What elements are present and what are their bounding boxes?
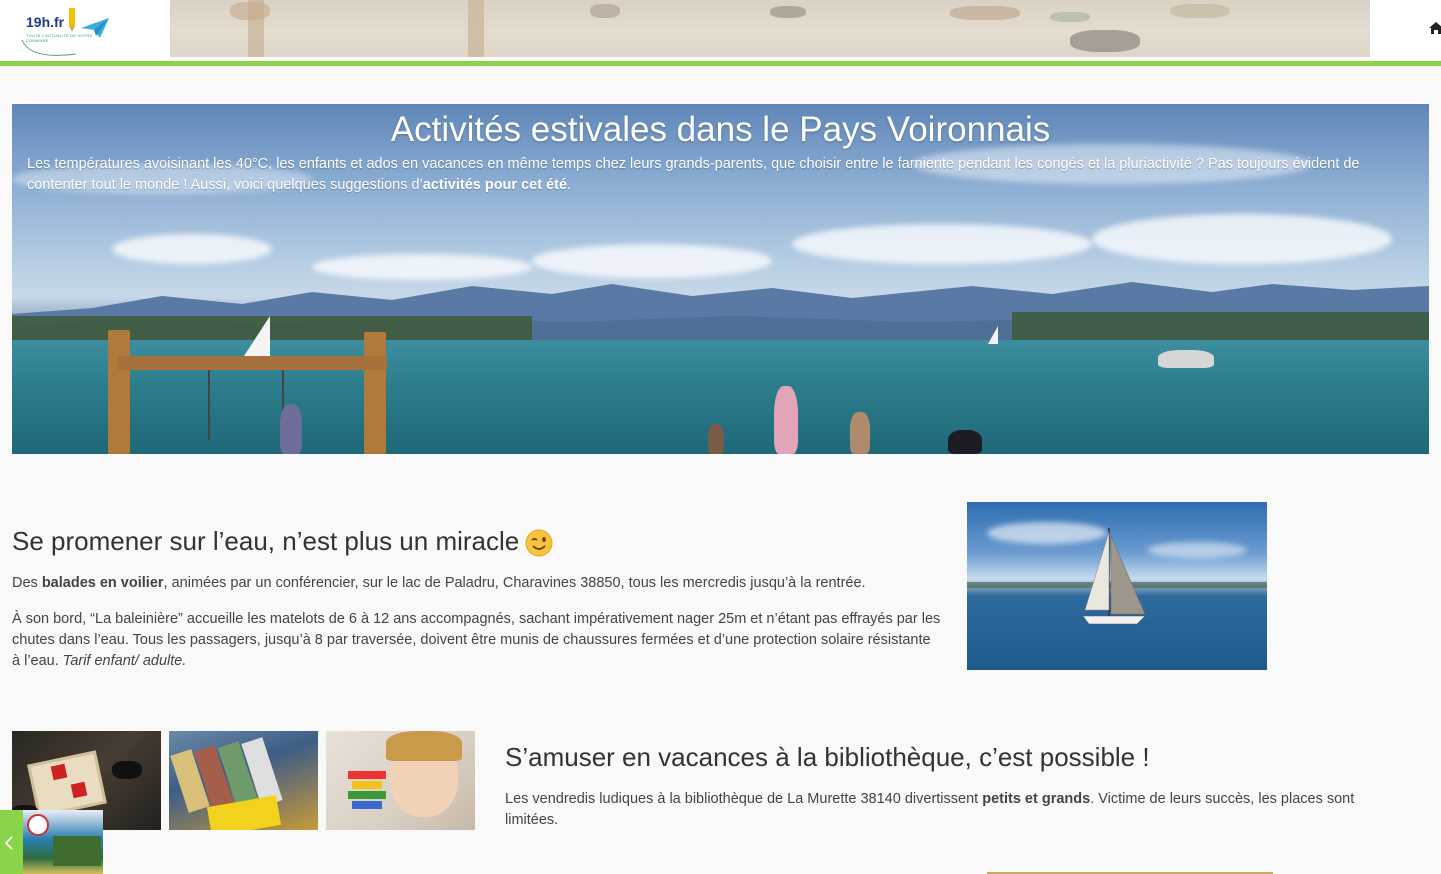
header-beach-banner (170, 0, 1370, 57)
section-title-library: S’amuser en vacances à la bibliothèque, … (505, 742, 1150, 772)
chevron-left-icon (4, 836, 13, 850)
sailing-paragraph-1: Des balades en voilier, animées par un c… (12, 575, 866, 591)
header-accent-bar (0, 61, 1441, 66)
pencil-icon (69, 8, 75, 32)
winking-face-emoji (525, 529, 553, 557)
library-paragraph: Les vendredis ludiques à la bibliothèque… (505, 791, 1355, 828)
logo-text: 19h.fr (26, 14, 65, 30)
hero-banner: Activités estivales dans le Pays Voironn… (12, 104, 1429, 454)
related-post-thumbnail[interactable] (23, 810, 103, 874)
hero-intro: Les températures avoisinant les 40°C, le… (27, 156, 1360, 193)
sailing-paragraph-2: À son bord, “La baleinière” accueille le… (12, 611, 941, 669)
swing-post-right (364, 332, 386, 454)
right-shoreline (1012, 312, 1429, 342)
books-thumbnail[interactable] (169, 731, 318, 830)
logo-swoosh-icon (21, 39, 77, 56)
sailboat-photo (967, 502, 1267, 670)
home-icon[interactable] (1429, 20, 1441, 36)
sailboat (988, 326, 998, 344)
site-header: 19h.fr TOUTE L'ACTUALITÉ DE VOTRE COMMUN… (0, 0, 1441, 61)
child-playing-thumbnail[interactable] (326, 731, 475, 830)
swing-post-left (108, 330, 130, 454)
swing-beam (117, 356, 387, 370)
page-title: Activités estivales dans le Pays Voironn… (390, 110, 1051, 149)
paper-plane-icon (81, 18, 109, 38)
prev-post-tab[interactable] (0, 810, 23, 874)
site-logo[interactable]: 19h.fr TOUTE L'ACTUALITÉ DE VOTRE COMMUN… (20, 6, 112, 60)
section-title-sailing: Se promener sur l’eau, n’est plus un mir… (12, 526, 553, 557)
sailboat (244, 316, 270, 356)
related-post-widget[interactable] (0, 810, 103, 874)
